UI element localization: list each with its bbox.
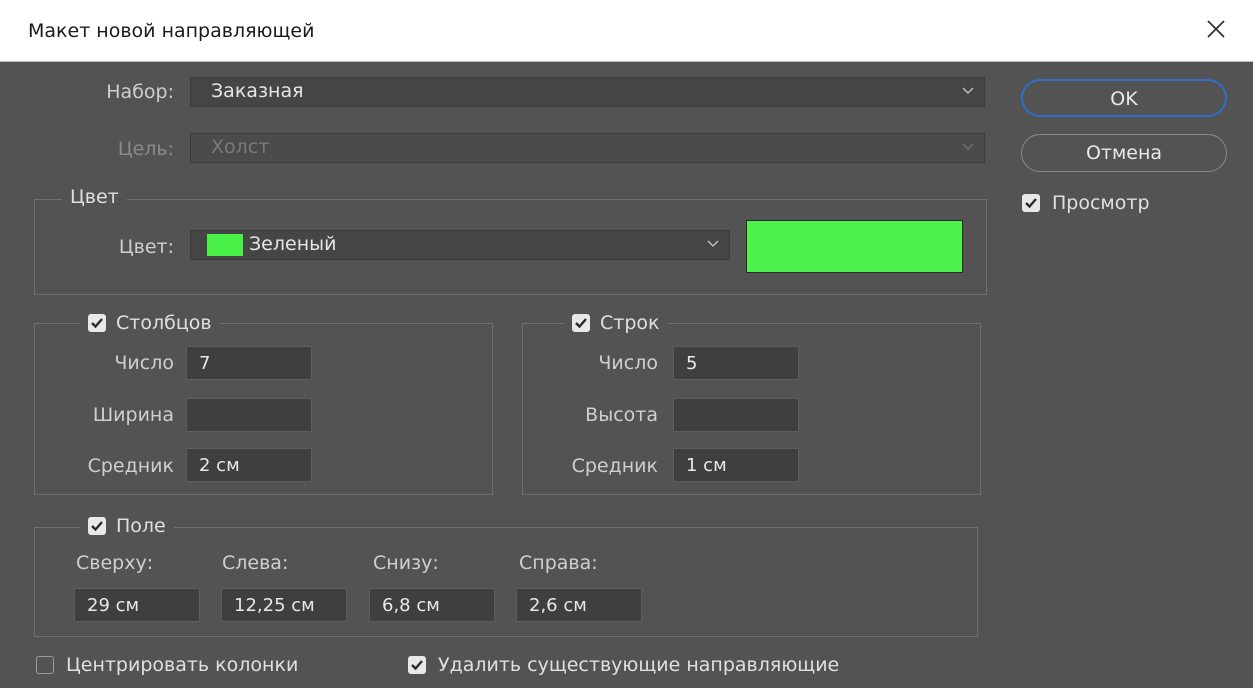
chevron-down-icon [962, 143, 974, 151]
margin-left-input[interactable]: 12,25 см [221, 588, 347, 622]
columns-title: Столбцов [116, 312, 212, 334]
columns-gutter-label: Средник [87, 455, 174, 477]
margin-legend[interactable]: Поле [80, 515, 174, 537]
target-select[interactable]: Холст [190, 133, 985, 163]
preset-select[interactable]: Заказная [190, 77, 985, 107]
center-columns-checkbox[interactable] [36, 656, 54, 674]
rows-number-input[interactable]: 5 [673, 346, 799, 380]
preview-option[interactable]: Просмотр [1022, 192, 1150, 214]
columns-legend[interactable]: Столбцов [80, 312, 220, 334]
margin-right-input[interactable]: 2,6 см [516, 588, 642, 622]
margin-left-label: Слева: [222, 552, 289, 574]
margin-bottom-input[interactable]: 6,8 см [369, 588, 495, 622]
color-label: Цвет: [118, 236, 174, 258]
margin-title: Поле [116, 515, 166, 537]
target-value: Холст [211, 136, 270, 158]
columns-gutter-input[interactable]: 2 см [186, 448, 312, 482]
color-group-title: Цвет [70, 186, 119, 208]
rows-title: Строк [600, 312, 660, 334]
rows-height-input[interactable] [673, 398, 799, 432]
dialog-title: Макет новой направляющей [28, 20, 315, 42]
close-icon[interactable] [1201, 14, 1231, 44]
rows-height-label: Высота [585, 404, 658, 426]
margin-top-input[interactable]: 29 см [74, 588, 200, 622]
remove-existing-option[interactable]: Удалить существующие направляющие [408, 654, 839, 676]
remove-existing-label: Удалить существующие направляющие [438, 654, 840, 676]
center-columns-option[interactable]: Центрировать колонки [36, 654, 298, 676]
center-columns-label: Центрировать колонки [66, 654, 299, 676]
rows-number-label: Число [598, 352, 658, 374]
rows-legend[interactable]: Строк [564, 312, 668, 334]
remove-existing-checkbox[interactable] [408, 656, 426, 674]
preview-label: Просмотр [1052, 192, 1150, 214]
cancel-button[interactable]: Отмена [1021, 134, 1227, 172]
target-label: Цель: [117, 138, 174, 160]
rows-checkbox[interactable] [572, 314, 590, 332]
margin-top-label: Сверху: [76, 552, 154, 574]
columns-width-input[interactable] [186, 398, 312, 432]
title-bar: Макет новой направляющей [0, 0, 1253, 62]
columns-width-label: Ширина [92, 404, 174, 426]
chevron-down-icon [962, 87, 974, 95]
preset-label: Набор: [106, 81, 174, 103]
margin-bottom-label: Снизу: [373, 552, 439, 574]
color-select[interactable]: Зеленый [190, 230, 730, 260]
chevron-down-icon [707, 240, 719, 248]
ok-button[interactable]: OK [1021, 79, 1227, 117]
rows-gutter-input[interactable]: 1 см [673, 448, 799, 482]
preview-checkbox[interactable] [1022, 194, 1040, 212]
columns-checkbox[interactable] [88, 314, 106, 332]
preset-value: Заказная [211, 80, 304, 102]
margin-right-label: Справа: [519, 552, 598, 574]
margin-checkbox[interactable] [88, 517, 106, 535]
rows-gutter-label: Средник [571, 455, 658, 477]
color-swatch-small [207, 234, 243, 256]
color-swatch-button[interactable] [746, 220, 963, 273]
color-value: Зеленый [249, 233, 337, 255]
color-group-legend: Цвет [62, 186, 127, 208]
columns-number-label: Число [114, 352, 174, 374]
columns-number-input[interactable]: 7 [186, 346, 312, 380]
